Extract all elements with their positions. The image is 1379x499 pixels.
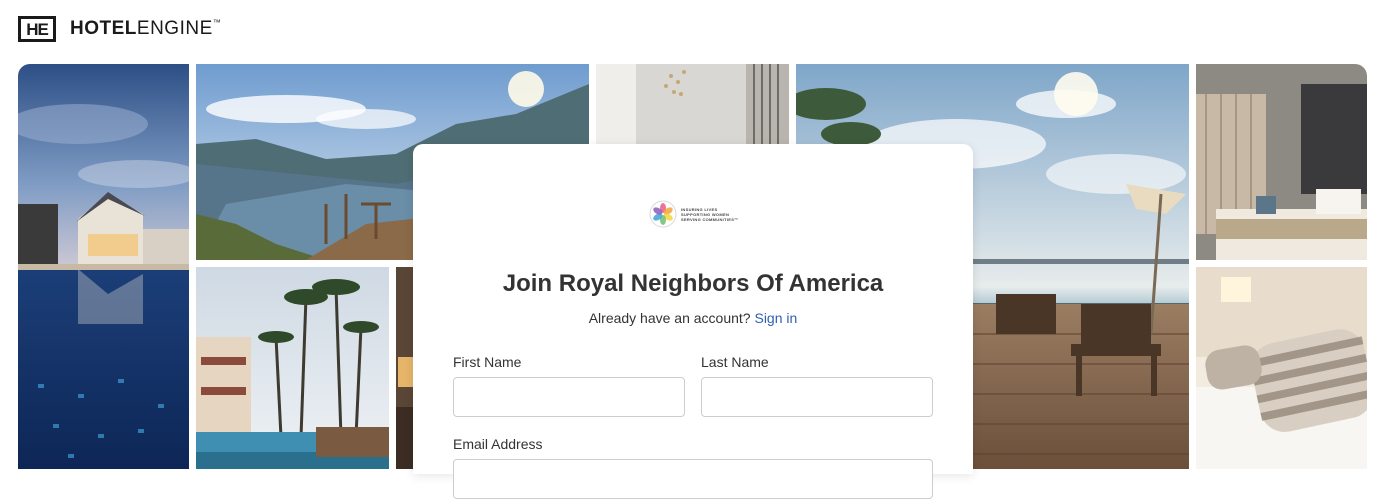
logo-trademark: ™ [212,18,222,27]
first-name-input[interactable] [453,377,685,417]
first-name-label: First Name [453,354,522,370]
photo-hotel-room [1196,64,1367,260]
signin-prompt: Already have an account? Sign in [413,310,973,326]
hotel-engine-wordmark: HOTELENGINE™ [70,18,221,40]
hotel-engine-logo[interactable]: HE HOTELENGINE™ [18,14,221,44]
email-label: Email Address [453,436,543,452]
logo-word-hotel: HOTEL [70,18,137,39]
hotel-engine-logo-mark: HE [18,16,56,42]
signup-card: INSURING LIVES SUPPORTING WOMEN SERVING … [413,144,973,499]
photo-resort-pool [18,64,189,469]
last-name-input[interactable] [701,377,933,417]
royal-neighbors-logo: INSURING LIVES SUPPORTING WOMEN SERVING … [649,198,741,230]
last-name-label: Last Name [701,354,769,370]
signup-title: Join Royal Neighbors Of America [502,270,884,297]
top-bar: HE HOTELENGINE™ [0,0,1379,60]
royal-neighbors-tagline: INSURING LIVES SUPPORTING WOMEN SERVING … [681,207,739,222]
signin-link[interactable]: Sign in [754,310,797,326]
photo-palm-trees-pool [196,267,389,469]
account-prompt-text: Already have an account? [588,310,751,326]
photo-chandelier-stairwell [596,64,789,154]
brand-tagline-line: SERVING COMMUNITIES™ [681,216,739,222]
email-input[interactable] [453,459,933,499]
royal-neighbors-flower-icon [649,200,677,228]
photo-bed-pillows [1196,267,1367,469]
logo-word-engine: ENGINE [136,18,213,39]
